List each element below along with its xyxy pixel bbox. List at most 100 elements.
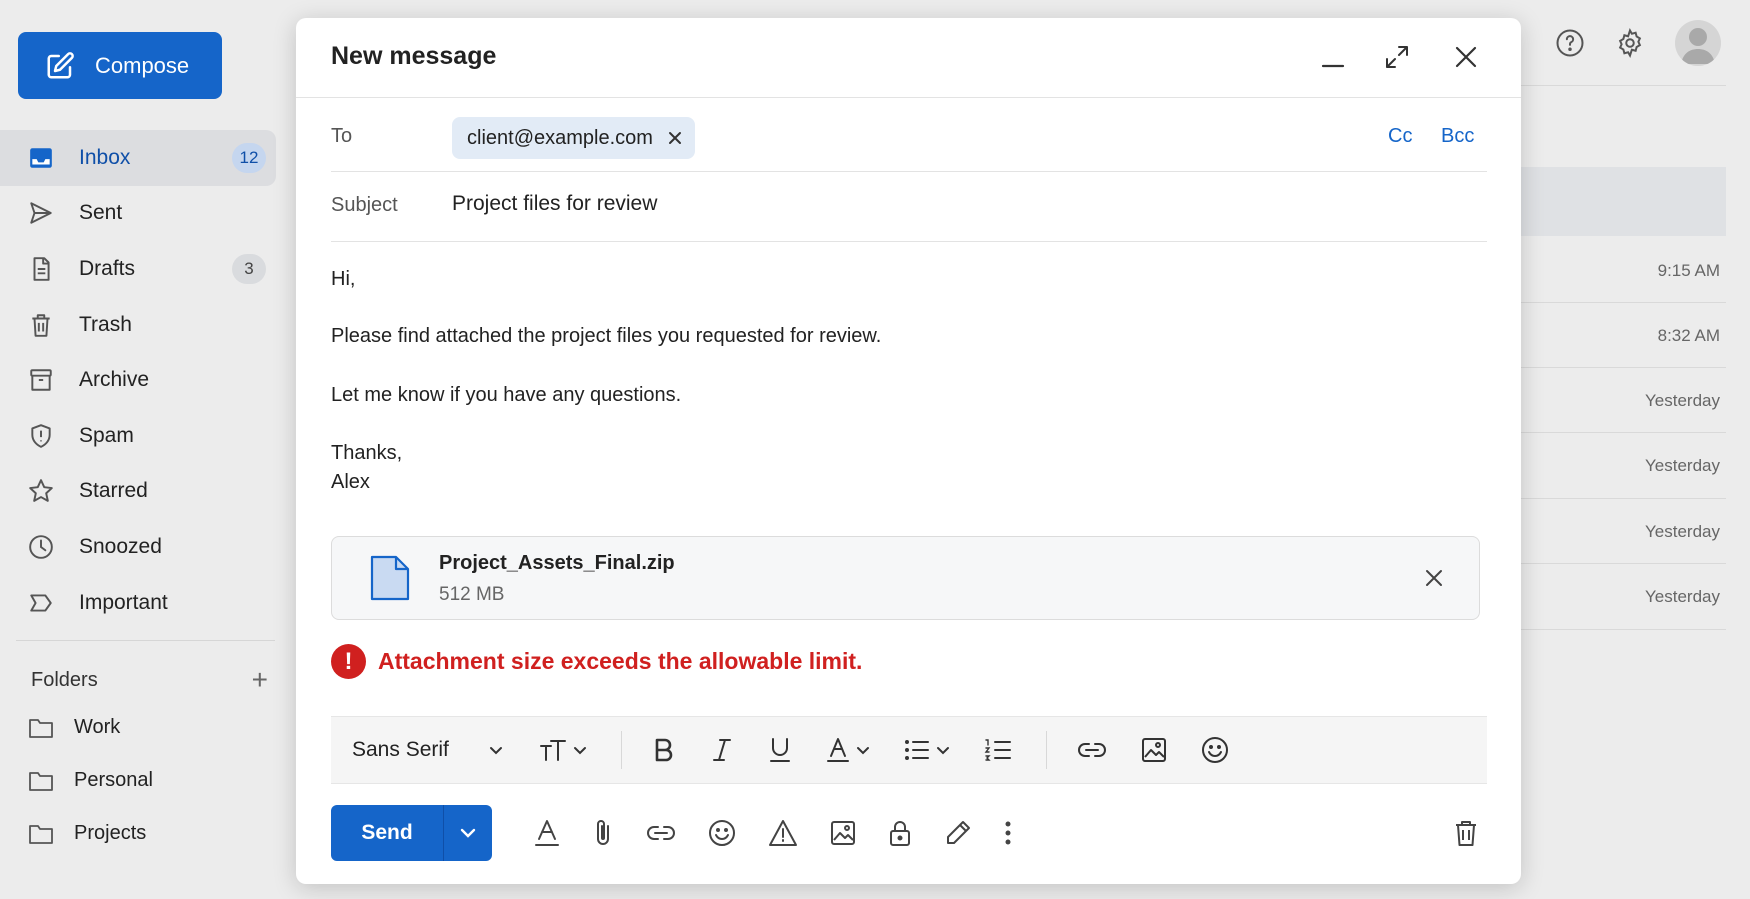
compose-button[interactable]: Compose (18, 32, 222, 99)
insert-link-icon[interactable] (646, 823, 676, 843)
minimize-icon[interactable] (1320, 46, 1346, 72)
add-folder-button[interactable]: + (252, 666, 268, 694)
sidebar-item-label: Trash (79, 312, 132, 336)
message-signoff[interactable]: Thanks, (331, 439, 402, 468)
bold-icon (655, 738, 673, 762)
avatar[interactable] (1675, 20, 1721, 66)
folder-label: Personal (74, 769, 153, 791)
label-icon (28, 590, 54, 616)
signature-pen-icon[interactable] (944, 819, 972, 847)
sidebar-item-archive[interactable]: Archive (0, 352, 276, 408)
bullet-list-button[interactable] (904, 738, 950, 762)
remove-recipient-icon[interactable] (667, 130, 683, 146)
send-button[interactable]: Send (331, 805, 443, 861)
sidebar-item-inbox[interactable]: Inbox 12 (0, 130, 276, 186)
folder-item-work[interactable]: Work (28, 716, 120, 739)
attach-file-icon[interactable] (592, 818, 614, 848)
gear-icon[interactable] (1615, 28, 1645, 58)
shield-icon (28, 423, 54, 449)
lock-icon[interactable] (888, 819, 912, 847)
image-icon (1141, 738, 1166, 762)
emoji-icon (1201, 737, 1228, 763)
folder-item-personal[interactable]: Personal (28, 769, 153, 792)
message-greeting[interactable]: Hi, (331, 265, 355, 294)
clock-icon (28, 534, 54, 560)
compose-label: Compose (95, 52, 190, 78)
formatting-options-icon[interactable] (534, 819, 560, 847)
bold-button[interactable] (652, 737, 676, 763)
list-divider (1520, 563, 1726, 564)
bcc-button[interactable]: Bcc (1441, 125, 1474, 148)
insert-link-button[interactable] (1077, 740, 1107, 760)
discard-draft-icon[interactable] (1453, 819, 1479, 847)
sidebar-item-label: Starred (79, 479, 148, 503)
subject-label: Subject (331, 194, 398, 216)
edit-icon (47, 51, 74, 78)
font-family-select[interactable]: Sans Serif (352, 738, 503, 762)
link-icon (1077, 743, 1106, 757)
chevron-down-icon (489, 747, 502, 755)
subject-field[interactable]: Subject Project files for review (331, 172, 1487, 242)
list-divider (1520, 432, 1726, 433)
sidebar-item-important[interactable]: Important (0, 575, 276, 631)
archive-icon (28, 367, 54, 393)
chevron-down-icon (856, 747, 869, 755)
sidebar-item-drafts[interactable]: Drafts 3 (0, 241, 276, 297)
sidebar-item-starred[interactable]: Starred (0, 464, 276, 520)
underline-button[interactable] (768, 737, 792, 763)
remove-attachment-icon[interactable] (1423, 567, 1445, 589)
selected-row-highlight (1520, 167, 1726, 236)
folder-icon (29, 771, 53, 791)
text-color-icon (826, 738, 849, 762)
send-icon (28, 200, 54, 226)
list-divider (1520, 302, 1726, 303)
warning-icon[interactable] (768, 819, 798, 847)
sidebar-item-trash[interactable]: Trash (0, 297, 276, 353)
message-line-2[interactable]: Let me know if you have any questions. (331, 381, 681, 410)
dialog-title: New message (331, 42, 497, 70)
chevron-down-icon (460, 828, 476, 838)
email-time: Yesterday (1645, 587, 1720, 606)
folders-label: Folders (31, 668, 98, 691)
folder-item-projects[interactable]: Projects (28, 822, 146, 845)
sidebar-item-snoozed[interactable]: Snoozed (0, 519, 276, 575)
sidebar-item-sent[interactable]: Sent (0, 186, 276, 242)
trash-icon (28, 312, 54, 338)
file-icon (370, 555, 410, 601)
message-line-1[interactable]: Please find attached the project files y… (331, 322, 881, 351)
sidebar-item-label: Inbox (79, 145, 131, 169)
insert-image-button[interactable] (1141, 737, 1167, 763)
email-time: Yesterday (1645, 522, 1720, 541)
insert-emoji-button[interactable] (1201, 736, 1229, 764)
chevron-down-icon (936, 747, 949, 755)
message-signature[interactable]: Alex (331, 468, 370, 497)
recipient-address: client@example.com (467, 126, 653, 149)
attachment-error: ! Attachment size exceeds the allowable … (331, 644, 862, 679)
folder-icon (29, 718, 53, 738)
inbox-icon (28, 145, 54, 171)
insert-photo-icon[interactable] (830, 820, 856, 846)
recipient-chip[interactable]: client@example.com (452, 117, 695, 159)
to-field[interactable]: To client@example.com Cc Bcc (331, 98, 1487, 172)
folders-header: Folders + (31, 666, 268, 694)
draft-icon (28, 256, 54, 282)
subject-input[interactable]: Project files for review (452, 192, 657, 216)
toolbar-separator (620, 731, 622, 769)
numbered-list-button[interactable] (984, 738, 1012, 762)
email-time: 9:15 AM (1657, 261, 1720, 280)
expand-icon[interactable] (1384, 44, 1410, 70)
emoji-icon[interactable] (708, 819, 736, 847)
font-family-value: Sans Serif (352, 738, 449, 761)
font-size-button[interactable] (539, 738, 587, 762)
italic-button[interactable] (710, 737, 734, 763)
text-color-button[interactable] (826, 737, 870, 763)
cc-button[interactable]: Cc (1388, 125, 1412, 148)
text-size-icon (539, 740, 566, 761)
close-icon[interactable] (1453, 44, 1479, 70)
sidebar-item-spam[interactable]: Spam (0, 408, 276, 464)
help-icon[interactable] (1555, 28, 1585, 58)
chevron-down-icon (573, 747, 586, 755)
more-options-icon[interactable] (1004, 820, 1012, 846)
send-options-button[interactable] (443, 805, 492, 861)
list-divider (1520, 85, 1726, 86)
